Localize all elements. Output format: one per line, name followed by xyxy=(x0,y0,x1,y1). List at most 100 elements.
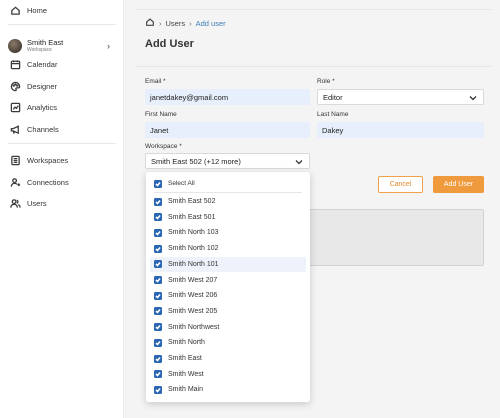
option-label: Smith Northwest xyxy=(168,323,220,331)
home-icon xyxy=(10,5,21,16)
email-field[interactable]: janetdakey@gmail.com xyxy=(145,89,310,105)
role-value: Editor xyxy=(323,93,343,102)
workspace-option[interactable]: Smith West 207 xyxy=(150,273,306,288)
option-label: Smith North xyxy=(168,339,205,347)
checkbox-checked-icon[interactable] xyxy=(154,338,162,347)
workspace-select[interactable]: Smith East 502 (+12 more) xyxy=(145,153,310,169)
breadcrumb-separator: › xyxy=(189,18,192,28)
page-title: Add User xyxy=(145,38,194,50)
option-label: Smith North 102 xyxy=(168,245,219,253)
checkbox-checked-icon[interactable] xyxy=(154,370,162,379)
sidebar-item-label: Connections xyxy=(27,177,69,187)
workspace-option[interactable]: Smith Northwest xyxy=(150,320,306,335)
sidebar-item-label: Users xyxy=(27,198,47,208)
option-label: Smith East xyxy=(168,355,202,362)
option-label: Select All xyxy=(168,180,195,187)
first-name-label: First Name xyxy=(145,111,177,118)
workspace-name: Smith East xyxy=(27,37,64,47)
checkbox-checked-icon[interactable] xyxy=(154,179,162,188)
workspace-option[interactable]: Smith West 205 xyxy=(150,304,306,319)
chevron-right-icon: › xyxy=(107,41,110,51)
checkbox-checked-icon[interactable] xyxy=(154,385,162,394)
first-name-field[interactable]: Janet xyxy=(145,122,310,138)
home-icon[interactable] xyxy=(145,17,155,29)
workspace-option[interactable]: Smith North 102 xyxy=(150,241,306,256)
workspace-option[interactable]: Smith North 103 xyxy=(150,225,306,240)
title-divider xyxy=(136,66,492,67)
workspace-option[interactable]: Smith East xyxy=(150,351,306,366)
workspace-option[interactable]: Smith North 101 xyxy=(150,256,306,272)
dropdown-divider xyxy=(154,192,302,193)
select-all-option[interactable]: Select All xyxy=(150,176,306,191)
checkbox-checked-icon[interactable] xyxy=(154,307,162,316)
option-label: Smith West xyxy=(168,370,204,378)
workspace-value: Smith East 502 (+12 more) xyxy=(151,157,241,166)
sidebar-item-connections[interactable]: Connections xyxy=(10,175,69,189)
breadcrumb: › Users › Add user xyxy=(145,17,226,29)
checkbox-checked-icon[interactable] xyxy=(154,244,162,253)
sidebar: Home Smith East Workspace › Calendar Des… xyxy=(0,0,124,418)
sidebar-item-label: Home xyxy=(27,5,48,15)
sidebar-item-label: Channels xyxy=(27,124,59,134)
workspace-dropdown: Select All Smith East 502 Smith East 501… xyxy=(146,172,310,402)
checkbox-checked-icon[interactable] xyxy=(154,197,162,206)
workspace-label: Workspace * xyxy=(145,143,182,150)
workspace-subtitle: Workspace xyxy=(27,46,52,53)
sidebar-item-label: Calendar xyxy=(27,59,58,69)
sidebar-item-designer[interactable]: Designer xyxy=(10,79,57,93)
option-label: Smith West 206 xyxy=(168,292,218,300)
breadcrumb-separator: › xyxy=(159,18,162,28)
option-label: Smith East 501 xyxy=(168,213,216,221)
sidebar-item-users[interactable]: Users xyxy=(10,196,47,210)
last-name-label: Last Name xyxy=(317,111,349,118)
workspace-switcher[interactable]: Smith East Workspace › xyxy=(6,36,114,56)
checkbox-checked-icon[interactable] xyxy=(154,323,162,332)
role-label: Role * xyxy=(317,78,335,85)
breadcrumb-users[interactable]: Users xyxy=(166,19,186,28)
workspace-option[interactable]: Smith West xyxy=(150,367,306,382)
workspace-option[interactable]: Smith West 206 xyxy=(150,288,306,303)
email-label: Email * xyxy=(145,78,166,85)
analytics-icon xyxy=(10,102,21,113)
option-label: Smith East 502 xyxy=(168,198,216,205)
breadcrumb-current: Add user xyxy=(195,18,226,28)
sidebar-item-workspaces[interactable]: Workspaces xyxy=(10,153,68,167)
option-label: Smith North 103 xyxy=(168,229,219,237)
sidebar-item-analytics[interactable]: Analytics xyxy=(10,100,57,114)
add-user-button[interactable]: Add User xyxy=(433,176,484,193)
checkbox-checked-icon[interactable] xyxy=(154,213,162,222)
sidebar-item-home[interactable]: Home xyxy=(10,3,47,17)
workspace-option[interactable]: Smith Main xyxy=(150,382,306,397)
chevron-down-icon xyxy=(469,94,477,101)
checkbox-checked-icon[interactable] xyxy=(154,354,162,363)
sidebar-item-channels[interactable]: Channels xyxy=(10,122,59,136)
option-label: Smith West 205 xyxy=(168,307,218,315)
workspace-option[interactable]: Smith North xyxy=(150,335,306,350)
last-name-field[interactable]: Dakey xyxy=(317,122,484,138)
checkbox-checked-icon[interactable] xyxy=(154,276,162,284)
role-select[interactable]: Editor xyxy=(317,89,484,105)
sidebar-divider xyxy=(8,24,116,25)
workspace-option[interactable]: Smith East 501 xyxy=(150,210,306,225)
option-label: Smith Main xyxy=(168,386,204,394)
option-label: Smith North 101 xyxy=(168,260,219,268)
connections-icon xyxy=(10,177,21,188)
avatar xyxy=(8,39,22,53)
cancel-button[interactable]: Cancel xyxy=(378,176,423,193)
calendar-icon xyxy=(10,59,21,70)
checkbox-checked-icon[interactable] xyxy=(154,228,162,237)
sidebar-divider xyxy=(8,143,116,144)
workspaces-icon xyxy=(10,155,21,166)
workspace-option[interactable]: Smith East 502 xyxy=(150,194,306,209)
checkbox-checked-icon[interactable] xyxy=(154,260,162,269)
palette-icon xyxy=(10,81,21,92)
chevron-down-icon xyxy=(295,158,303,165)
megaphone-icon xyxy=(10,124,21,135)
sidebar-item-label: Analytics xyxy=(27,102,58,112)
option-label: Smith West 207 xyxy=(168,276,218,284)
sidebar-item-label: Designer xyxy=(27,81,58,91)
sidebar-item-label: Workspaces xyxy=(27,155,69,165)
sidebar-item-calendar[interactable]: Calendar xyxy=(10,57,57,71)
users-icon xyxy=(10,198,21,209)
checkbox-checked-icon[interactable] xyxy=(154,291,162,300)
